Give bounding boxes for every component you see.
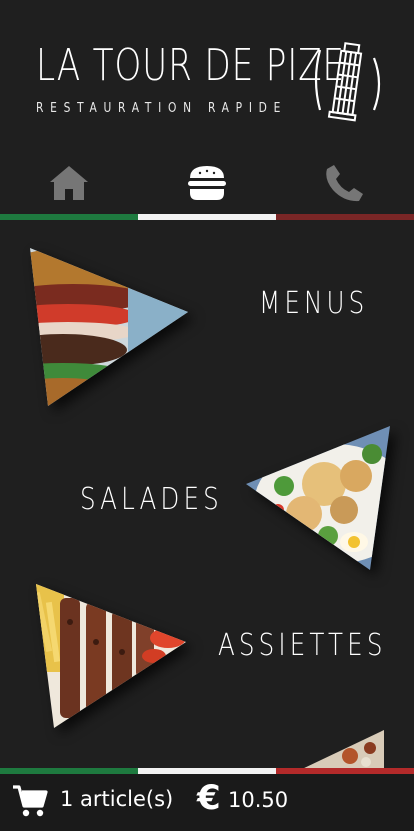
phone-icon	[326, 165, 363, 202]
burger-icon	[188, 166, 226, 200]
tab-menu[interactable]	[138, 150, 276, 216]
app-screen: LA TOUR DE PIZE RESTAURATION RAPIDE MENU…	[0, 0, 414, 831]
cart-icon[interactable]	[12, 784, 48, 818]
category-label-menus: MENUS	[259, 286, 369, 321]
tab-contact[interactable]	[276, 150, 414, 216]
euro-icon: €	[197, 778, 221, 818]
tab-home[interactable]	[0, 150, 138, 216]
header: LA TOUR DE PIZE RESTAURATION RAPIDE	[0, 0, 414, 140]
burger-photo	[30, 248, 188, 406]
logo-subtitle: RESTAURATION RAPIDE	[36, 101, 288, 116]
category-salades[interactable]: SALADES	[0, 420, 414, 580]
cart-total[interactable]: 10.50	[228, 788, 288, 812]
category-label-assiettes: ASSIETTES	[218, 628, 387, 663]
category-label-salades: SALADES	[80, 482, 223, 517]
kebab-plate-photo	[36, 584, 186, 728]
flag-divider-top	[0, 214, 414, 220]
salad-photo	[246, 426, 390, 570]
logo-title: LA TOUR DE PIZE	[36, 40, 345, 91]
next-category-photo	[300, 730, 384, 770]
category-assiettes[interactable]: ASSIETTES	[0, 580, 414, 740]
home-icon	[50, 166, 88, 200]
flag-divider-bottom	[0, 768, 414, 774]
nav-bar	[0, 150, 414, 222]
leaning-tower-icon	[314, 42, 381, 122]
cart-item-count[interactable]: 1 article(s)	[60, 787, 173, 811]
category-menus[interactable]: MENUS	[0, 240, 414, 420]
